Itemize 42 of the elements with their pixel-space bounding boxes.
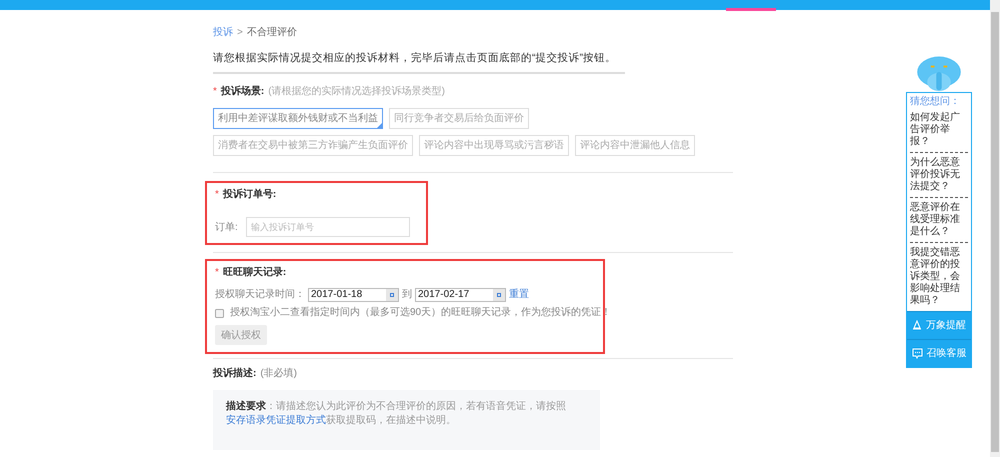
help-question[interactable]: 我提交错恶意评价的投诉类型，会影响处理结果吗？ — [910, 243, 968, 311]
field-label: 授权聊天记录时间： — [215, 289, 305, 301]
tab-indicator — [726, 8, 776, 11]
help-question[interactable]: 为什么恶意评价投诉无法提交？ — [910, 153, 968, 198]
order-number-field[interactable]: 输入投诉订单号 — [246, 217, 410, 237]
calendar-icon — [493, 289, 505, 301]
description-requirement: 描述要求：请描述您认为此评价为不合理评价的原因，若有语音凭证，请按照 安存语录凭证提取方式获取提取码，在描述中说明。 — [226, 400, 566, 426]
consent-label: 授权淘宝小二查看指定时间内（最多可选90天）的旺旺聊天记录，作为您投诉的凭证！ — [230, 307, 612, 319]
required-mark: * — [215, 267, 219, 279]
evidence-link[interactable]: 安存语录凭证提取方式 — [226, 414, 326, 426]
reset-link[interactable]: 重置 — [509, 289, 529, 301]
section-hint: (非必填) — [260, 368, 298, 380]
help-question[interactable]: 恶意评价在线受理标准是什么？ — [910, 198, 968, 243]
breadcrumb-current: 不合理评价 — [246, 27, 297, 39]
field-label: 订单: — [215, 220, 238, 234]
section-title: 旺旺聊天记录: — [222, 267, 286, 279]
help-question[interactable]: 如何发起广告评价举报？ — [910, 108, 968, 153]
scenario-option[interactable]: 评论内容中出现辱骂或污言秽语 — [419, 135, 569, 156]
scenario-option[interactable]: 同行竞争者交易后给负面评价 — [389, 108, 529, 129]
breadcrumb-separator: > — [237, 27, 243, 39]
scenario-option[interactable]: 利用中差评谋取额外钱财或不当利益 — [213, 108, 383, 129]
help-title: 猜您想问： — [910, 96, 961, 108]
scenario-option[interactable]: 消费者在交易中被第三方诈骗产生负面评价 — [213, 135, 413, 156]
range-separator: 到 — [402, 289, 412, 301]
selected-corner-icon — [377, 123, 382, 128]
required-mark: * — [215, 189, 219, 201]
section-title: 投诉场景: — [220, 86, 264, 98]
calendar-icon — [386, 289, 398, 301]
bell-icon — [912, 320, 922, 331]
date-field[interactable]: 2017-01-18 — [308, 288, 399, 302]
scenario-option[interactable]: 评论内容中泄漏他人信息 — [575, 135, 695, 156]
required-mark: * — [213, 86, 217, 98]
date-field[interactable]: 2017-02-17 — [415, 288, 506, 302]
breadcrumb-link[interactable]: 投诉 — [213, 27, 233, 39]
help-action-button[interactable]: 万象提醒 — [907, 311, 971, 339]
instruction-text: 请您根据实际情况提交相应的投诉材料，完毕后请点击页面底部的“提交投诉”按钮。 — [213, 51, 625, 74]
chat-icon — [912, 348, 922, 359]
section-title: 投诉描述: — [213, 368, 256, 380]
consent-checkbox[interactable] — [215, 308, 224, 318]
section-title: 投诉订单号: — [222, 189, 276, 201]
section-hint: (请根据您的实际情况选择投诉场景类型) — [268, 86, 445, 98]
help-action-button[interactable]: 召唤客服 — [907, 339, 971, 367]
